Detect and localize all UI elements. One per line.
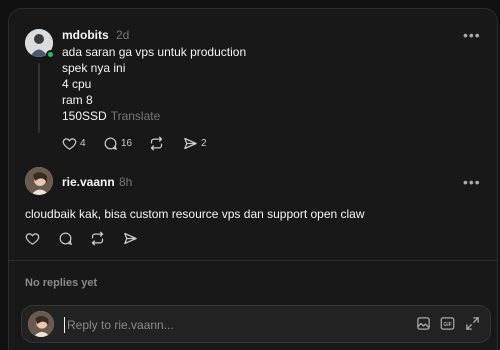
section-divider	[9, 260, 497, 261]
post-line: ada saran ga vps untuk production	[62, 45, 247, 59]
heart-icon	[62, 138, 77, 150]
thread-connector-line	[38, 63, 40, 133]
like-count: 4	[80, 138, 86, 149]
comment-icon	[104, 137, 118, 151]
repost-icon	[150, 136, 163, 151]
send-icon	[184, 137, 197, 150]
no-replies-label: No replies yet	[25, 277, 98, 289]
more-horizontal-icon[interactable]: •••	[463, 175, 481, 189]
send-icon	[124, 232, 137, 245]
reply-like-button[interactable]	[25, 231, 40, 246]
comment-count: 16	[121, 138, 133, 149]
composer-avatar	[28, 311, 54, 337]
online-status-dot	[46, 50, 55, 59]
post-line: 4 cpu	[62, 77, 92, 91]
post-line: spek nya ini	[62, 61, 126, 75]
reply-text: cloudbaik kak, bisa custom resource vps …	[25, 207, 365, 221]
post-last-line: 150SSD Translate	[62, 108, 160, 124]
svg-text:GIF: GIF	[443, 322, 451, 328]
more-horizontal-icon[interactable]: •••	[463, 28, 481, 42]
expand-icon[interactable]	[465, 316, 480, 336]
heart-icon	[25, 233, 40, 245]
reply-input[interactable]	[64, 317, 394, 333]
reply-share-button[interactable]	[123, 231, 138, 246]
image-icon[interactable]	[416, 316, 431, 336]
repost-button[interactable]	[149, 136, 164, 151]
reply-comment-button[interactable]	[58, 231, 73, 246]
reply-repost-button[interactable]	[90, 231, 105, 246]
reply-author-avatar[interactable]	[25, 167, 53, 195]
repost-icon	[91, 231, 104, 246]
share-button[interactable]: 2	[183, 136, 207, 151]
reply-timestamp[interactable]: 8h	[119, 175, 132, 189]
reply-username[interactable]: rie.vaann	[62, 175, 115, 189]
translate-link[interactable]: Translate	[111, 109, 161, 123]
post-line: ram 8	[62, 93, 93, 107]
thread-panel: mdobits 2d ••• ada saran ga vps untuk pr…	[8, 8, 498, 350]
post-line: 150SSD	[62, 109, 107, 123]
post-username[interactable]: mdobits	[62, 28, 109, 42]
like-button[interactable]: 4	[62, 136, 86, 151]
share-count: 2	[201, 138, 207, 149]
comment-button[interactable]: 16	[103, 136, 132, 151]
reply-composer[interactable]: GIF	[21, 305, 491, 343]
comment-icon	[59, 232, 73, 246]
post-timestamp[interactable]: 2d	[116, 28, 129, 42]
gif-icon[interactable]: GIF	[440, 316, 455, 336]
